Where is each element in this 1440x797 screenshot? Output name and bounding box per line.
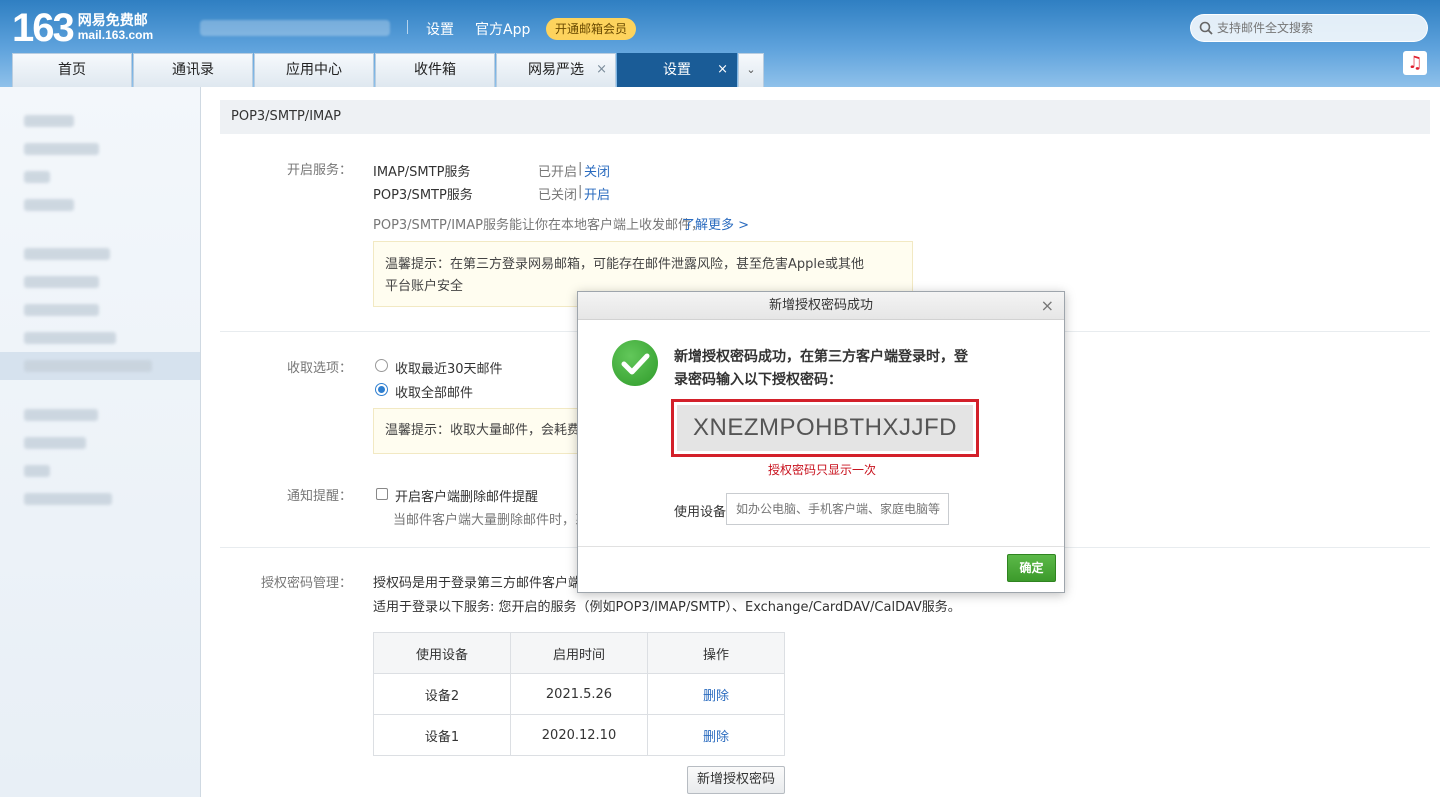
search-box[interactable] [1190, 14, 1428, 42]
sidebar-item[interactable] [24, 493, 112, 505]
receive-label: 收取选项： [286, 361, 352, 376]
tab-label: 应用中心 [286, 62, 342, 78]
tab-home[interactable]: 首页 [12, 53, 132, 87]
logo-domain: mail.163.com [77, 28, 154, 42]
mail-logo[interactable]: 163 网易免费邮 mail.163.com [12, 8, 153, 48]
section-title: POP3/SMTP/IMAP [220, 100, 1430, 134]
sidebar-item[interactable] [24, 171, 50, 183]
sidebar-item[interactable] [24, 332, 116, 344]
dialog-title: 新增授权密码成功 [768, 298, 873, 313]
sidebar-item[interactable] [24, 115, 74, 127]
header-settings-link[interactable]: 设置 [426, 19, 454, 39]
tab-label: 通讯录 [172, 62, 214, 78]
tab-label: 设置 [663, 62, 691, 78]
radio-recent-30[interactable] [375, 359, 388, 372]
search-icon [1199, 21, 1213, 35]
tab-contacts[interactable]: 通讯录 [133, 53, 253, 87]
device-cell: 设备1 [373, 714, 511, 756]
sidebar-item[interactable] [24, 276, 99, 288]
auth-code: XNEZMPOHBTHXJJFD [677, 405, 973, 451]
device-name-input[interactable] [726, 493, 949, 525]
service-label: 开启服务： [286, 163, 352, 178]
pipe-divider: | [578, 161, 583, 176]
tab-label: 收件箱 [414, 62, 456, 78]
tab-app-center[interactable]: 应用中心 [254, 53, 374, 87]
device-table: 使用设备 启用时间 操作 设备2 2021.5.26 删除 设备1 2020.1… [373, 632, 785, 756]
auth-code-success-dialog: 新增授权密码成功 × 新增授权密码成功，在第三方客户端登录时，登录密码输入以下授… [577, 291, 1065, 593]
tab-label: 首页 [58, 62, 86, 78]
sidebar-item-pop3[interactable] [24, 360, 152, 372]
confirm-button[interactable]: 确定 [1007, 554, 1056, 582]
imap-service-name: IMAP/SMTP服务 [373, 165, 471, 180]
pop3-status: 已关闭 [538, 188, 578, 203]
sidebar-item[interactable] [24, 437, 86, 449]
success-message: 新增授权密码成功，在第三方客户端登录时，登录密码输入以下授权密码： [674, 349, 968, 388]
column-header: 启用时间 [510, 632, 648, 674]
close-icon[interactable]: × [596, 54, 607, 86]
dialog-titlebar: 新增授权密码成功 × [578, 292, 1064, 320]
sidebar-item[interactable] [24, 143, 99, 155]
sidebar-item[interactable] [24, 304, 99, 316]
notify-label: 通知提醒： [286, 489, 352, 504]
header-app-link[interactable]: 官方App [475, 19, 530, 39]
settings-sidebar [0, 87, 201, 797]
music-icon[interactable]: ♫ [1403, 51, 1427, 75]
search-input[interactable] [1217, 19, 1417, 37]
device-label: 使用设备 [674, 505, 727, 520]
imap-toggle-link[interactable]: 关闭 [584, 161, 610, 180]
tab-inbox[interactable]: 收件箱 [375, 53, 495, 87]
delete-link[interactable]: 删除 [703, 730, 729, 745]
radio-all-mail[interactable] [375, 383, 388, 396]
pipe-divider: | [578, 184, 583, 199]
add-auth-code-button[interactable]: 新增授权密码 [687, 766, 785, 794]
table-row: 设备2 2021.5.26 删除 [373, 673, 785, 715]
service-description: POP3/SMTP/IMAP服务能让你在本地客户端上收发邮件， [373, 218, 704, 233]
show-once-note: 授权密码只显示一次 [767, 463, 876, 477]
sidebar-item[interactable] [24, 199, 74, 211]
pop3-toggle-link[interactable]: 开启 [584, 184, 610, 203]
tab-label: 网易严选 [528, 62, 584, 78]
chevron-down-icon[interactable]: ⌄ [738, 53, 764, 87]
learn-more-link[interactable]: 了解更多 > [682, 214, 749, 233]
auth-label: 授权密码管理： [260, 576, 352, 591]
time-cell: 2021.5.26 [510, 673, 648, 715]
table-row: 设备1 2020.12.10 删除 [373, 714, 785, 756]
top-header: 163 网易免费邮 mail.163.com 设置 官方App 开通邮箱会员 ♫… [0, 0, 1440, 87]
checkbox-label: 开启客户端删除邮件提醒 [395, 490, 539, 505]
imap-status: 已开启 [538, 165, 578, 180]
radio-label: 收取全部邮件 [395, 386, 474, 401]
delete-link[interactable]: 删除 [703, 689, 729, 704]
device-cell: 设备2 [373, 673, 511, 715]
success-check-icon [612, 340, 658, 386]
logo-number: 163 [12, 6, 75, 50]
tab-yanxuan[interactable]: 网易严选 × [496, 53, 616, 87]
sidebar-item[interactable] [24, 248, 110, 260]
radio-label: 收取最近30天邮件 [395, 362, 503, 377]
vip-button[interactable]: 开通邮箱会员 [546, 18, 636, 40]
logo-title: 网易免费邮 [77, 13, 148, 29]
auth-description: 授权码是用于登录第三方邮件客户端的 [373, 576, 595, 591]
sidebar-item[interactable] [24, 465, 50, 477]
dialog-divider [578, 546, 1064, 547]
sidebar-item[interactable] [24, 409, 98, 421]
auth-code-box: XNEZMPOHBTHXJJFD [671, 399, 979, 457]
tab-settings[interactable]: 设置 × [617, 53, 737, 87]
table-header-row: 使用设备 启用时间 操作 [373, 632, 785, 674]
account-name-blurred[interactable] [200, 20, 390, 36]
time-cell: 2020.12.10 [510, 714, 648, 756]
column-header: 操作 [647, 632, 785, 674]
warning-line: 温馨提示：在第三方登录网易邮箱，可能存在邮件泄露风险，甚至危害Apple或其他 [385, 257, 865, 272]
delete-alert-checkbox[interactable] [376, 488, 388, 500]
pop3-service-name: POP3/SMTP服务 [373, 188, 473, 203]
column-header: 使用设备 [373, 632, 511, 674]
notify-description: 当邮件客户端大量删除邮件时，系统 [393, 513, 602, 528]
header-divider [407, 20, 408, 34]
close-icon[interactable]: × [1041, 292, 1054, 320]
auth-services-description: 适用于登录以下服务: 您开启的服务（例如POP3/IMAP/SMTP）、Exch… [373, 600, 961, 615]
tab-bar: 首页 通讯录 应用中心 收件箱 网易严选 × 设置 × ⌄ [12, 53, 764, 87]
close-icon[interactable]: × [717, 54, 728, 86]
